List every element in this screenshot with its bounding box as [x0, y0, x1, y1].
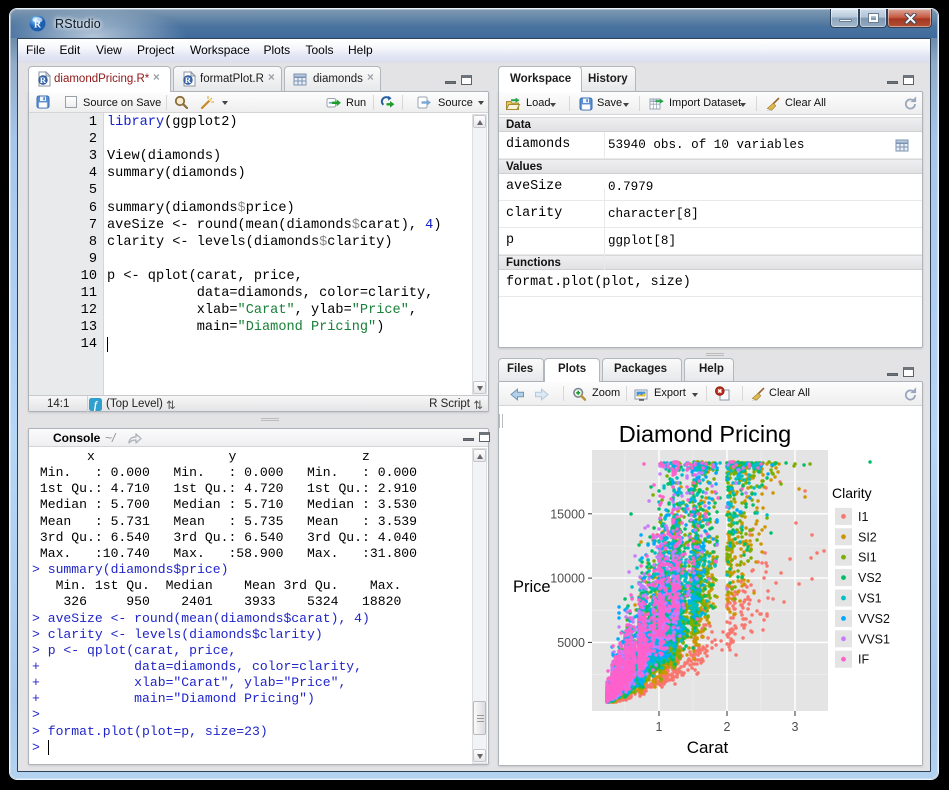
svg-text:Diamond Pricing: Diamond Pricing — [619, 421, 791, 447]
svg-text:R: R — [34, 20, 42, 31]
svg-text:15000: 15000 — [550, 507, 585, 521]
svg-text:Carat: Carat — [687, 738, 729, 757]
svg-text:5000: 5000 — [557, 636, 585, 650]
svg-text:SI1: SI1 — [858, 551, 877, 565]
svg-text:VS2: VS2 — [858, 571, 882, 585]
svg-text:VS1: VS1 — [858, 592, 882, 606]
svg-text:2: 2 — [724, 720, 731, 734]
svg-text:1: 1 — [656, 720, 663, 734]
svg-text:SI2: SI2 — [858, 530, 877, 544]
svg-text:Price: Price — [513, 578, 551, 596]
svg-text:VVS1: VVS1 — [858, 632, 890, 646]
svg-text:Clarity: Clarity — [832, 485, 872, 501]
svg-text:VVS2: VVS2 — [858, 612, 890, 626]
svg-text:R: R — [40, 75, 47, 85]
svg-text:IF: IF — [858, 653, 869, 667]
svg-text:3: 3 — [792, 720, 799, 734]
svg-text:I1: I1 — [858, 510, 868, 524]
svg-text:R: R — [185, 75, 192, 85]
svg-text:10000: 10000 — [550, 572, 585, 586]
